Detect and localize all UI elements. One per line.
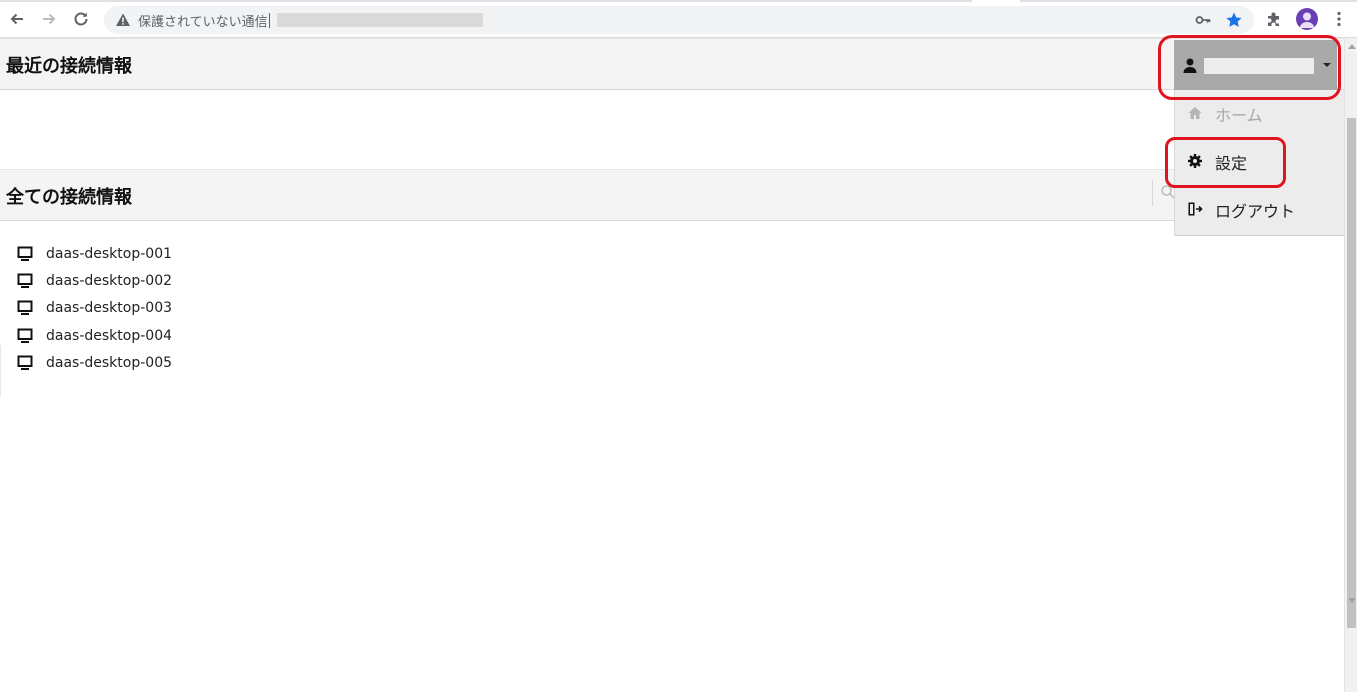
all-connections-title: 全ての接続情報 — [6, 187, 132, 208]
tab-strip-edge — [0, 0, 1357, 2]
connection-item[interactable]: daas-desktop-005 — [17, 349, 172, 376]
connection-list: daas-desktop-001 daas-desktop-002 daas-d… — [17, 240, 172, 376]
highlight-settings-annotation — [1165, 137, 1286, 188]
arrow-right-icon — [43, 13, 56, 25]
scroll-down-arrow-icon[interactable] — [1348, 598, 1356, 603]
connection-item[interactable]: daas-desktop-001 — [17, 240, 172, 267]
extensions-icon[interactable] — [1263, 8, 1285, 30]
bookmark-star-icon[interactable] — [1225, 11, 1243, 29]
reload-button[interactable] — [70, 8, 92, 30]
home-icon — [1188, 107, 1202, 119]
monitor-icon — [17, 328, 33, 343]
menu-kebab-icon[interactable] — [1328, 8, 1350, 30]
monitor-icon — [17, 300, 33, 316]
connection-item[interactable]: daas-desktop-004 — [17, 322, 172, 349]
address-separator — [269, 13, 270, 28]
connection-name[interactable]: daas-desktop-003 — [46, 300, 172, 316]
monitor-icon — [17, 273, 33, 288]
reload-icon — [74, 12, 88, 26]
connection-item[interactable]: daas-desktop-002 — [17, 267, 172, 294]
browser-toolbar: 保護されていない通信 — [0, 0, 1357, 38]
connection-item[interactable]: daas-desktop-003 — [17, 295, 172, 322]
connection-name[interactable]: daas-desktop-004 — [46, 328, 172, 344]
profile-avatar-icon[interactable] — [1296, 8, 1318, 30]
key-icon[interactable] — [1194, 11, 1212, 29]
back-button[interactable] — [6, 8, 28, 30]
monitor-icon — [17, 355, 33, 370]
url-text[interactable] — [277, 13, 483, 27]
highlight-user-menu-annotation — [1158, 35, 1341, 100]
menu-item-logout[interactable]: ログアウト — [1175, 186, 1343, 232]
recent-connections-header: 最近の接続情報 — [0, 38, 1344, 90]
connection-name[interactable]: daas-desktop-005 — [46, 355, 172, 371]
arrow-left-icon — [10, 13, 23, 25]
connection-name[interactable]: daas-desktop-002 — [46, 273, 172, 289]
forward-button[interactable] — [38, 8, 60, 30]
recent-connections-title: 最近の接続情報 — [6, 56, 132, 77]
content-edge-line — [0, 345, 1, 397]
page-scrollbar[interactable] — [1344, 38, 1357, 692]
scroll-up-arrow-icon[interactable] — [1348, 44, 1356, 49]
connection-name[interactable]: daas-desktop-001 — [46, 246, 172, 262]
logout-icon — [1188, 202, 1203, 216]
search-field-edge — [1152, 180, 1153, 206]
address-bar[interactable]: 保護されていない通信 — [104, 6, 1254, 34]
security-warning-text[interactable]: 保護されていない通信 — [138, 11, 268, 30]
monitor-icon — [17, 246, 33, 261]
scrollbar-thumb[interactable] — [1347, 118, 1356, 628]
menu-item-label: ログアウト — [1215, 202, 1296, 221]
all-connections-header: 全ての接続情報 — [0, 169, 1344, 221]
warning-triangle-icon[interactable] — [115, 12, 131, 28]
menu-item-label: ホーム — [1215, 106, 1263, 125]
